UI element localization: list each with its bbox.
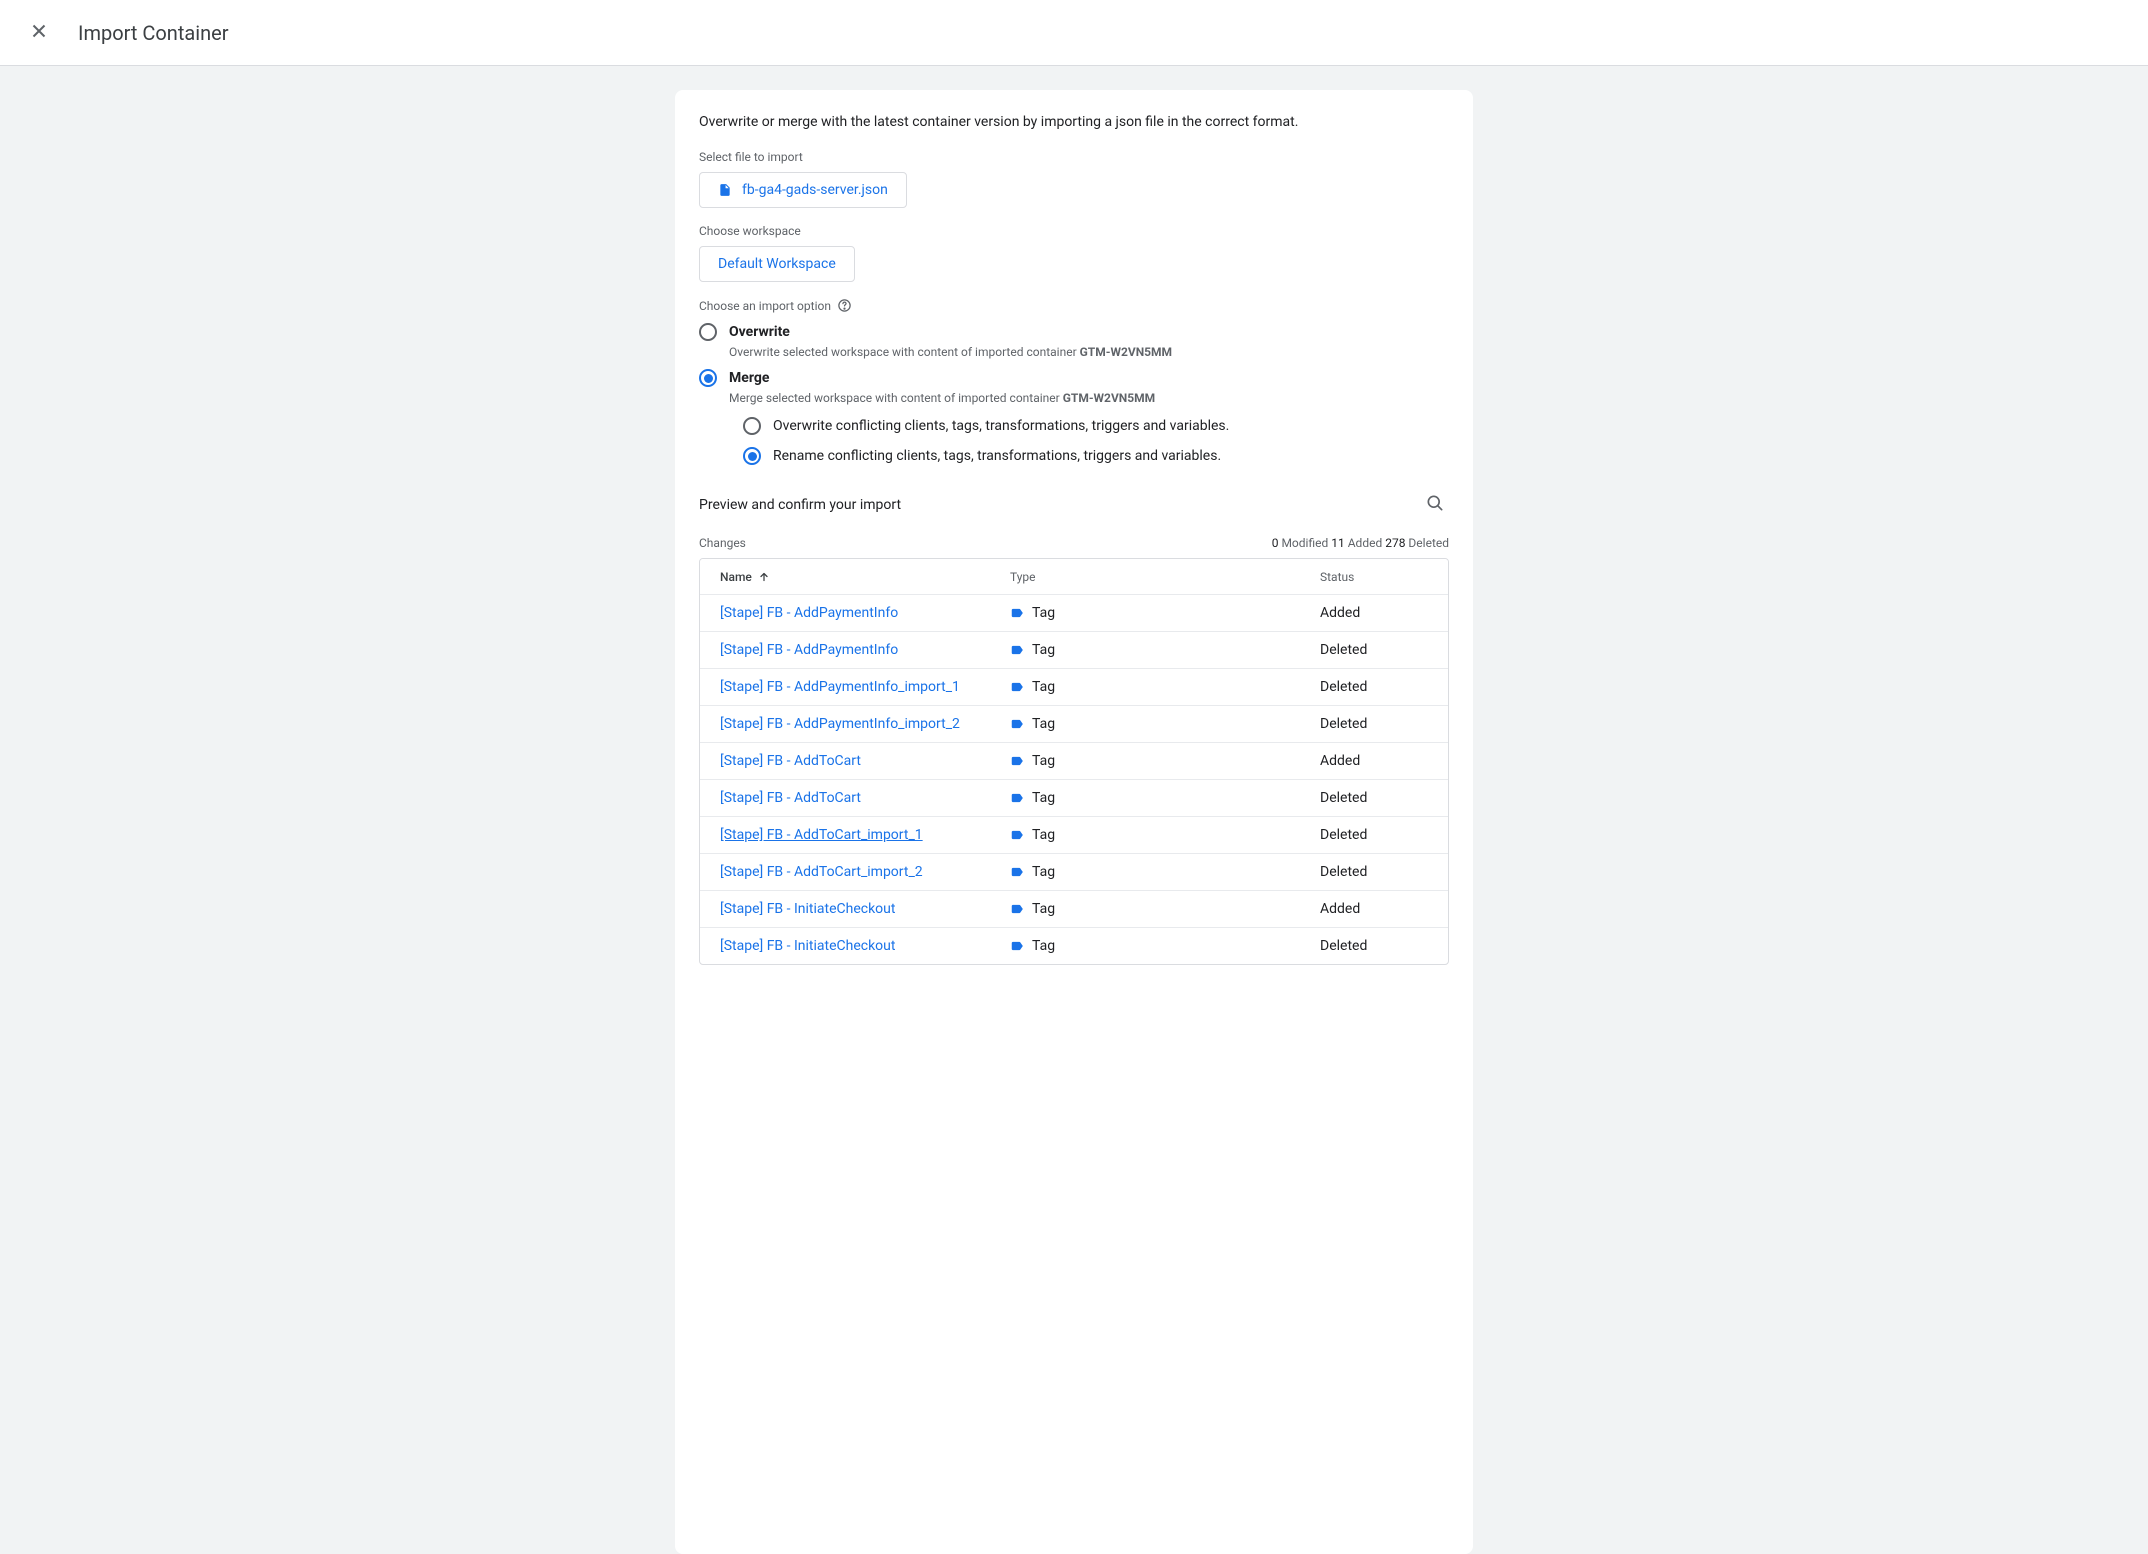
radio-icon xyxy=(699,369,717,387)
tag-icon xyxy=(1010,939,1024,953)
row-name-link[interactable]: [Stape] FB - InitiateCheckout xyxy=(720,938,895,954)
page-title: Import Container xyxy=(78,21,229,45)
row-name-link[interactable]: [Stape] FB - InitiateCheckout xyxy=(720,901,895,917)
table-row: [Stape] FB - AddPaymentInfo_import_2 Tag D… xyxy=(700,706,1448,743)
row-name-link[interactable]: [Stape] FB - AddPaymentInfo_import_1 xyxy=(720,679,960,695)
row-name-link[interactable]: [Stape] FB - AddToCart xyxy=(720,753,861,769)
row-name-link[interactable]: [Stape] FB - AddPaymentInfo_import_2 xyxy=(720,716,960,732)
workspace-label: Choose workspace xyxy=(699,224,1449,238)
row-status: Deleted xyxy=(1320,679,1367,695)
table-header: Name Type Status xyxy=(700,559,1448,595)
changes-stats: 0 Modified 11 Added 278 Deleted xyxy=(1272,536,1449,550)
row-status: Deleted xyxy=(1320,642,1367,658)
row-type: Tag xyxy=(1032,938,1055,954)
tag-icon xyxy=(1010,680,1024,694)
row-type: Tag xyxy=(1032,642,1055,658)
row-type: Tag xyxy=(1032,827,1055,843)
table-row: [Stape] FB - InitiateCheckout Tag Added xyxy=(700,891,1448,928)
row-type: Tag xyxy=(1032,716,1055,732)
col-name-header[interactable]: Name xyxy=(720,570,1010,584)
row-name-link[interactable]: [Stape] FB - AddToCart_import_2 xyxy=(720,864,923,880)
row-status: Deleted xyxy=(1320,716,1367,732)
merge-label: Merge xyxy=(729,370,769,386)
preview-title: Preview and confirm your import xyxy=(699,497,901,513)
row-status: Added xyxy=(1320,605,1360,621)
intro-text: Overwrite or merge with the latest conta… xyxy=(699,114,1449,130)
row-status: Added xyxy=(1320,753,1360,769)
col-status-header[interactable]: Status xyxy=(1320,570,1428,584)
table-row: [Stape] FB - AddToCart_import_2 Tag Delete… xyxy=(700,854,1448,891)
sub-rename-label: Rename conflicting clients, tags, transf… xyxy=(773,448,1221,464)
table-row: [Stape] FB - AddPaymentInfo_import_1 Tag D… xyxy=(700,669,1448,706)
row-status: Deleted xyxy=(1320,938,1367,954)
tag-icon xyxy=(1010,902,1024,916)
row-type: Tag xyxy=(1032,605,1055,621)
merge-desc: Merge selected workspace with content of… xyxy=(729,391,1449,405)
help-icon[interactable] xyxy=(837,298,852,313)
search-button[interactable] xyxy=(1421,489,1449,520)
row-status: Deleted xyxy=(1320,827,1367,843)
changes-table: Name Type Status [Stape] FB - AddPayment… xyxy=(699,558,1449,965)
merge-radio-row[interactable]: Merge xyxy=(699,369,1449,387)
import-option-label-text: Choose an import option xyxy=(699,299,831,313)
row-name-link[interactable]: [Stape] FB - AddPaymentInfo xyxy=(720,605,898,621)
import-option-label: Choose an import option xyxy=(699,298,1449,313)
tag-icon xyxy=(1010,643,1024,657)
row-type: Tag xyxy=(1032,753,1055,769)
tag-icon xyxy=(1010,828,1024,842)
file-icon xyxy=(718,182,732,198)
tag-icon xyxy=(1010,717,1024,731)
sub-overwrite-radio-row[interactable]: Overwrite conflicting clients, tags, tra… xyxy=(743,417,1449,435)
row-name-link[interactable]: [Stape] FB - AddPaymentInfo xyxy=(720,642,898,658)
row-type: Tag xyxy=(1032,679,1055,695)
col-type-header[interactable]: Type xyxy=(1010,570,1320,584)
workspace-button[interactable]: Default Workspace xyxy=(699,246,855,282)
radio-icon xyxy=(743,417,761,435)
table-row: [Stape] FB - AddToCart Tag Added xyxy=(700,743,1448,780)
overwrite-desc: Overwrite selected workspace with conten… xyxy=(729,345,1449,359)
row-status: Deleted xyxy=(1320,790,1367,806)
close-button[interactable] xyxy=(24,16,54,49)
file-name: fb-ga4-gads-server.json xyxy=(742,182,888,198)
table-row: [Stape] FB - AddToCart Tag Deleted xyxy=(700,780,1448,817)
file-label: Select file to import xyxy=(699,150,1449,164)
tag-icon xyxy=(1010,606,1024,620)
close-icon xyxy=(28,20,50,42)
row-status: Added xyxy=(1320,901,1360,917)
changes-label: Changes xyxy=(699,536,746,550)
tag-icon xyxy=(1010,865,1024,879)
row-name-link[interactable]: [Stape] FB - AddToCart xyxy=(720,790,861,806)
search-icon xyxy=(1425,493,1445,513)
arrow-up-icon xyxy=(758,571,770,583)
row-type: Tag xyxy=(1032,864,1055,880)
row-name-link[interactable]: [Stape] FB - AddToCart_import_1 xyxy=(720,827,923,843)
sub-rename-radio-row[interactable]: Rename conflicting clients, tags, transf… xyxy=(743,447,1449,465)
table-row: [Stape] FB - InitiateCheckout Tag Deleted xyxy=(700,928,1448,964)
radio-icon xyxy=(699,323,717,341)
row-status: Deleted xyxy=(1320,864,1367,880)
row-type: Tag xyxy=(1032,790,1055,806)
table-row: [Stape] FB - AddPaymentInfo Tag Deleted xyxy=(700,632,1448,669)
table-row: [Stape] FB - AddToCart_import_1 Tag Delete… xyxy=(700,817,1448,854)
row-type: Tag xyxy=(1032,901,1055,917)
overwrite-label: Overwrite xyxy=(729,324,790,340)
overwrite-radio-row[interactable]: Overwrite xyxy=(699,323,1449,341)
sub-overwrite-label: Overwrite conflicting clients, tags, tra… xyxy=(773,418,1229,434)
main-card: Overwrite or merge with the latest conta… xyxy=(675,90,1473,1554)
file-select-button[interactable]: fb-ga4-gads-server.json xyxy=(699,172,907,208)
tag-icon xyxy=(1010,791,1024,805)
workspace-value: Default Workspace xyxy=(718,256,836,272)
radio-icon xyxy=(743,447,761,465)
tag-icon xyxy=(1010,754,1024,768)
table-row: [Stape] FB - AddPaymentInfo Tag Added xyxy=(700,595,1448,632)
